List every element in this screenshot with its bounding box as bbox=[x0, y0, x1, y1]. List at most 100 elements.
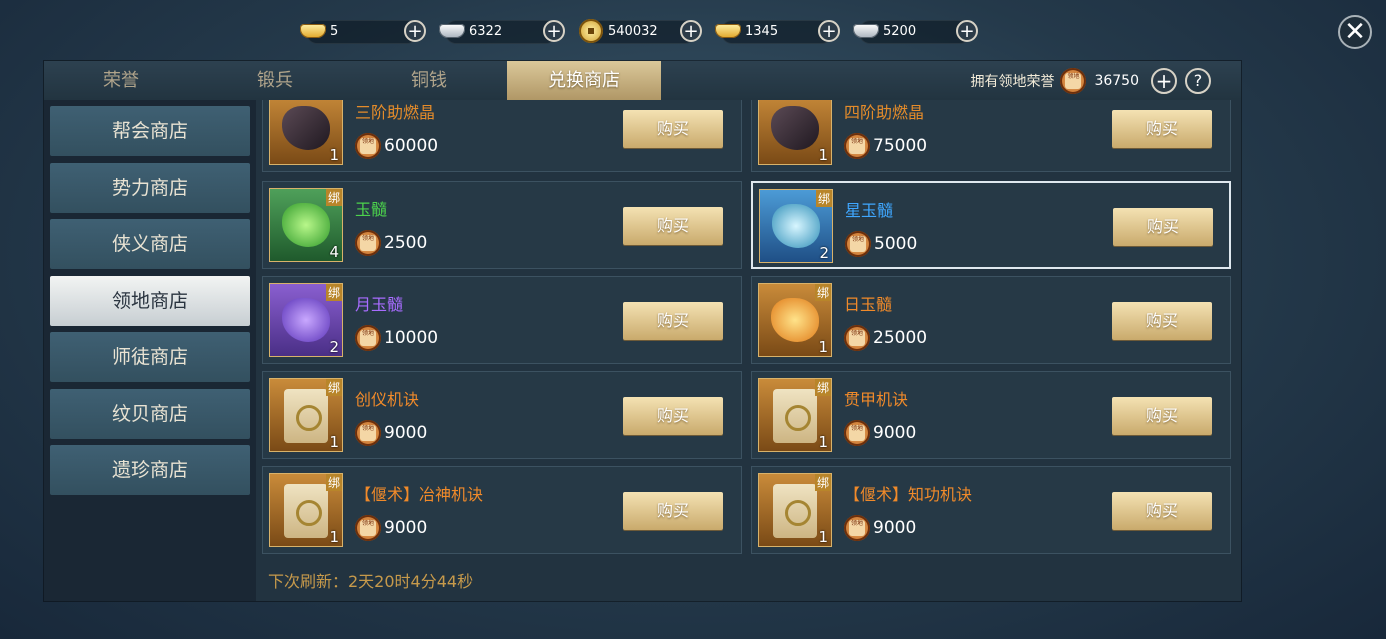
add-bound-silver-ingot-button[interactable]: + bbox=[956, 20, 978, 42]
moon-jade-icon[interactable]: 绑2 bbox=[269, 283, 343, 357]
add-honor-button[interactable]: + bbox=[1151, 68, 1177, 94]
buy-button[interactable]: 购买 bbox=[623, 492, 723, 530]
bound-badge: 绑 bbox=[814, 474, 831, 491]
tab-exchange-shop[interactable]: 兑换商店 bbox=[507, 61, 661, 100]
item-quantity: 1 bbox=[818, 338, 828, 356]
item-name: 月玉髓 bbox=[355, 295, 404, 314]
price-value: 9000 bbox=[873, 518, 917, 538]
territory-token-icon: 领地 bbox=[355, 515, 381, 541]
price-value: 9000 bbox=[873, 423, 917, 443]
shop-item-card[interactable]: 绑 1 贯甲机诀 领地 9000 购买 bbox=[751, 371, 1231, 459]
scroll-icon[interactable]: 绑1 bbox=[269, 378, 343, 452]
item-art bbox=[771, 106, 819, 150]
buy-button[interactable]: 购买 bbox=[623, 302, 723, 340]
currency-bound-gold-ingot: 1345 + bbox=[713, 17, 841, 45]
bound-badge: 绑 bbox=[814, 379, 831, 396]
bound-gold-ingot-icon bbox=[713, 21, 743, 41]
scroll-icon[interactable]: 绑1 bbox=[269, 473, 343, 547]
item-quantity: 1 bbox=[329, 146, 339, 164]
close-button[interactable]: ✕ bbox=[1338, 15, 1372, 49]
add-copper-coin-button[interactable]: + bbox=[680, 20, 702, 42]
tab-honor[interactable]: 荣誉 bbox=[44, 61, 198, 100]
crystal-icon[interactable]: 1 bbox=[269, 100, 343, 165]
currency-gold-ingot: 5 + bbox=[298, 17, 426, 45]
sidebar-item-mentor-shop[interactable]: 师徒商店 bbox=[50, 332, 250, 382]
shop-sidebar: 帮会商店 势力商店 侠义商店 领地商店 师徒商店 纹贝商店 遗珍商店 bbox=[44, 100, 256, 601]
item-quantity: 2 bbox=[329, 338, 339, 356]
buy-button[interactable]: 购买 bbox=[623, 110, 723, 148]
item-price: 领地 10000 bbox=[355, 325, 438, 351]
bound-badge: 绑 bbox=[325, 284, 342, 301]
territory-token-icon: 领地 bbox=[844, 420, 870, 446]
shop-item-card[interactable]: 绑 4 玉髓 领地 2500 购买 bbox=[262, 181, 742, 269]
item-quantity: 1 bbox=[329, 433, 339, 451]
add-bound-gold-ingot-button[interactable]: + bbox=[818, 20, 840, 42]
add-silver-ingot-button[interactable]: + bbox=[543, 20, 565, 42]
sidebar-item-faction-shop[interactable]: 势力商店 bbox=[50, 163, 250, 213]
item-quantity: 1 bbox=[818, 433, 828, 451]
sidebar-item-guild-shop[interactable]: 帮会商店 bbox=[50, 106, 250, 156]
territory-token-icon: 领地 bbox=[844, 325, 870, 351]
bound-badge: 绑 bbox=[325, 379, 342, 396]
sun-jade-icon[interactable]: 绑1 bbox=[758, 283, 832, 357]
shop-item-card[interactable]: 绑 1 日玉髓 领地 25000 购买 bbox=[751, 276, 1231, 364]
sidebar-item-shell-shop[interactable]: 纹贝商店 bbox=[50, 389, 250, 439]
refresh-timer: 下次刷新：2天20时4分44秒 bbox=[268, 572, 474, 591]
price-value: 2500 bbox=[384, 233, 428, 253]
territory-token-icon: 领地 bbox=[1060, 68, 1087, 94]
scroll-icon[interactable]: 绑1 bbox=[758, 378, 832, 452]
shop-item-card[interactable]: 绑 1 创仪机诀 领地 9000 购买 bbox=[262, 371, 742, 459]
shop-item-card[interactable]: 绑 2 星玉髓 领地 5000 购买 bbox=[751, 181, 1231, 269]
buy-button[interactable]: 购买 bbox=[1112, 302, 1212, 340]
buy-button[interactable]: 购买 bbox=[1112, 110, 1212, 148]
item-name: 玉髓 bbox=[355, 200, 388, 219]
buy-button[interactable]: 购买 bbox=[1113, 208, 1213, 246]
item-art bbox=[284, 389, 328, 443]
honor-value: 36750 bbox=[1094, 73, 1139, 89]
item-quantity: 2 bbox=[819, 244, 829, 262]
price-value: 9000 bbox=[384, 518, 428, 538]
shop-item-card[interactable]: 1 四阶助燃晶 领地 75000 购买 bbox=[751, 100, 1231, 172]
item-art bbox=[773, 484, 817, 538]
shop-item-card[interactable]: 绑 2 月玉髓 领地 10000 购买 bbox=[262, 276, 742, 364]
copper-coin-icon bbox=[576, 19, 606, 43]
item-name: 星玉髓 bbox=[845, 201, 894, 220]
add-gold-ingot-button[interactable]: + bbox=[404, 20, 426, 42]
tab-forge[interactable]: 锻兵 bbox=[198, 61, 352, 100]
shop-item-card[interactable]: 绑 1 【偃术】知功机诀 领地 9000 购买 bbox=[751, 466, 1231, 554]
price-value: 5000 bbox=[874, 234, 918, 254]
tab-copper[interactable]: 铜钱 bbox=[352, 61, 506, 100]
item-price: 领地 5000 bbox=[845, 231, 917, 257]
item-price: 领地 60000 bbox=[355, 133, 438, 159]
item-name: 四阶助燃晶 bbox=[844, 103, 925, 122]
star-jade-icon[interactable]: 绑2 bbox=[759, 189, 833, 263]
bound-badge: 绑 bbox=[815, 190, 832, 207]
bound-silver-ingot-icon bbox=[851, 21, 881, 41]
buy-button[interactable]: 购买 bbox=[1112, 492, 1212, 530]
sidebar-item-relic-shop[interactable]: 遗珍商店 bbox=[50, 445, 250, 495]
price-value: 60000 bbox=[384, 136, 439, 156]
buy-button[interactable]: 购买 bbox=[623, 207, 723, 245]
jade-icon[interactable]: 绑4 bbox=[269, 188, 343, 262]
currency-value: 5200 bbox=[883, 23, 917, 39]
territory-honor-balance: 拥有领地荣誉 领地 36750 + ? bbox=[970, 66, 1211, 96]
buy-button[interactable]: 购买 bbox=[623, 397, 723, 435]
territory-token-icon: 领地 bbox=[844, 515, 870, 541]
shop-item-card[interactable]: 绑 1 【偃术】冶神机诀 领地 9000 购买 bbox=[262, 466, 742, 554]
shop-item-card[interactable]: 1 三阶助燃晶 领地 60000 购买 bbox=[262, 100, 742, 172]
item-name: 创仪机诀 bbox=[355, 390, 420, 409]
buy-button[interactable]: 购买 bbox=[1112, 397, 1212, 435]
gold-ingot-icon bbox=[298, 21, 328, 41]
bound-badge: 绑 bbox=[325, 189, 342, 206]
sidebar-item-chivalry-shop[interactable]: 侠义商店 bbox=[50, 219, 250, 269]
item-art bbox=[773, 389, 817, 443]
tab-bar: 荣誉 锻兵 铜钱 兑换商店 拥有领地荣誉 领地 36750 + ? bbox=[44, 61, 1241, 100]
help-button[interactable]: ? bbox=[1185, 68, 1211, 94]
price-value: 9000 bbox=[384, 423, 428, 443]
bound-badge: 绑 bbox=[325, 474, 342, 491]
scroll-icon[interactable]: 绑1 bbox=[758, 473, 832, 547]
item-price: 领地 9000 bbox=[355, 515, 427, 541]
sidebar-item-territory-shop[interactable]: 领地商店 bbox=[50, 276, 250, 326]
crystal-icon[interactable]: 1 bbox=[758, 100, 832, 165]
item-art bbox=[772, 204, 820, 248]
